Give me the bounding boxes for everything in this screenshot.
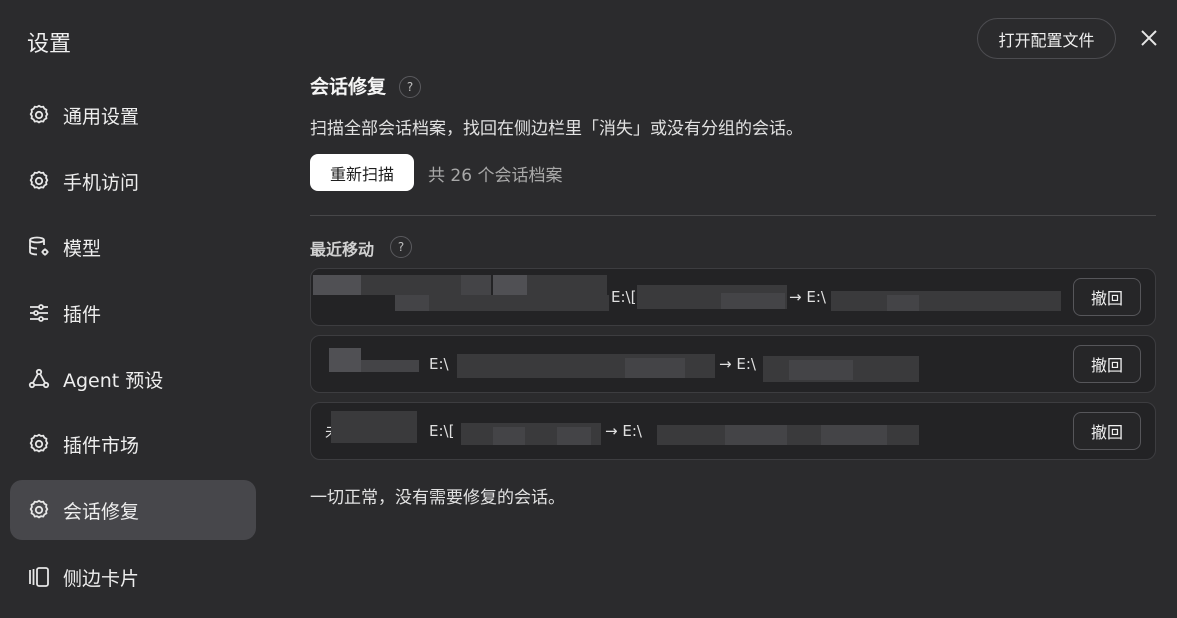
status-message: 一切正常，没有需要修复的会话。	[310, 488, 565, 508]
gear-icon	[27, 498, 51, 522]
session-count: 共 26 个会话档案	[428, 166, 563, 186]
sidebar: 设置 通用设置 手机访问 模型 插件 Agent 预设 插件市场 会话修复 侧边…	[0, 0, 270, 618]
section-description: 扫描全部会话档案，找回在侧边栏里「消失」或没有分组的会话。	[310, 119, 803, 139]
move-path: E:\[	[611, 269, 636, 325]
redacted-block	[493, 275, 527, 295]
sidebar-item-label: 会话修复	[63, 500, 140, 523]
recent-moves-title: 最近移动	[310, 240, 375, 259]
undo-button[interactable]: 撤回	[1073, 278, 1141, 316]
sliders-icon	[27, 301, 51, 325]
help-icon[interactable]: ?	[399, 76, 421, 98]
redacted-block	[821, 425, 887, 445]
redacted-block	[331, 411, 417, 443]
recent-move-row: E:\ → E:\ 撤回	[310, 335, 1156, 393]
recent-move-row: 未 E:\[ → E:\ 撤回	[310, 402, 1156, 460]
gear-icon	[27, 432, 51, 456]
redacted-block	[493, 427, 525, 445]
sidebar-item-label: 插件市场	[63, 434, 140, 457]
sidebar-item-mobile-access[interactable]: 手机访问	[10, 151, 256, 211]
sidebar-item-models[interactable]: 模型	[10, 217, 256, 277]
undo-button[interactable]: 撤回	[1073, 345, 1141, 383]
redacted-block	[361, 275, 461, 295]
sidebar-item-label: 插件	[63, 303, 102, 326]
gear-icon	[27, 103, 51, 127]
move-from: E:\	[429, 355, 449, 373]
sidebar-title: 设置	[27, 32, 72, 57]
move-arrow: →	[789, 288, 802, 306]
divider	[310, 215, 1156, 216]
redacted-block	[461, 275, 491, 295]
sidebar-item-agent-presets[interactable]: Agent 预设	[10, 349, 256, 409]
redacted-block	[395, 295, 429, 311]
move-path: E:\[	[429, 403, 454, 459]
redacted-block	[887, 295, 919, 311]
redacted-block	[429, 295, 609, 311]
close-icon	[1139, 28, 1159, 52]
help-icon[interactable]: ?	[390, 236, 412, 258]
sidebar-item-plugins[interactable]: 插件	[10, 283, 256, 343]
agent-icon	[27, 367, 51, 391]
sidebar-item-general[interactable]: 通用设置	[10, 85, 256, 145]
redacted-block	[329, 348, 361, 372]
move-path: E:\	[429, 336, 449, 392]
redacted-block	[725, 425, 787, 445]
sidebar-item-label: 模型	[63, 237, 102, 260]
undo-button[interactable]: 撤回	[1073, 412, 1141, 450]
move-arrow: →	[719, 355, 732, 373]
move-arrow: →	[605, 422, 618, 440]
close-button[interactable]	[1135, 26, 1163, 54]
redacted-block	[831, 291, 1061, 311]
sidebar-item-session-repair[interactable]: 会话修复	[10, 480, 256, 540]
move-from: E:\[	[611, 288, 637, 306]
move-to: E:\	[806, 288, 826, 306]
gear-icon	[27, 169, 51, 193]
sidebar-item-label: Agent 预设	[63, 369, 164, 392]
database-gear-icon	[27, 235, 51, 259]
move-path: → E:\	[605, 403, 642, 459]
open-config-button[interactable]: 打开配置文件	[977, 18, 1116, 59]
move-from: E:\[	[429, 422, 455, 440]
rescan-button[interactable]: 重新扫描	[310, 154, 414, 191]
sidebar-item-plugin-market[interactable]: 插件市场	[10, 414, 256, 474]
sidebar-item-side-cards[interactable]: 侧边卡片	[10, 547, 256, 607]
redacted-block	[789, 360, 853, 380]
page-title: 会话修复	[310, 76, 387, 98]
move-to: E:\	[736, 355, 756, 373]
redacted-block	[625, 358, 685, 378]
sidebar-item-label: 侧边卡片	[63, 567, 140, 590]
move-path: → E:\	[789, 269, 826, 325]
redacted-block	[361, 360, 419, 372]
sidebar-item-label: 手机访问	[63, 171, 140, 194]
recent-move-row: E:\[ → E:\ 撤回	[310, 268, 1156, 326]
redacted-block	[313, 275, 361, 295]
redacted-block	[721, 293, 785, 309]
move-to: E:\	[622, 422, 642, 440]
redacted-block	[527, 275, 607, 295]
move-path: → E:\	[719, 336, 756, 392]
cards-icon	[27, 565, 51, 589]
redacted-block	[557, 427, 591, 445]
settings-window: 设置 通用设置 手机访问 模型 插件 Agent 预设 插件市场 会话修复 侧边…	[0, 0, 1177, 618]
sidebar-item-label: 通用设置	[63, 105, 140, 128]
